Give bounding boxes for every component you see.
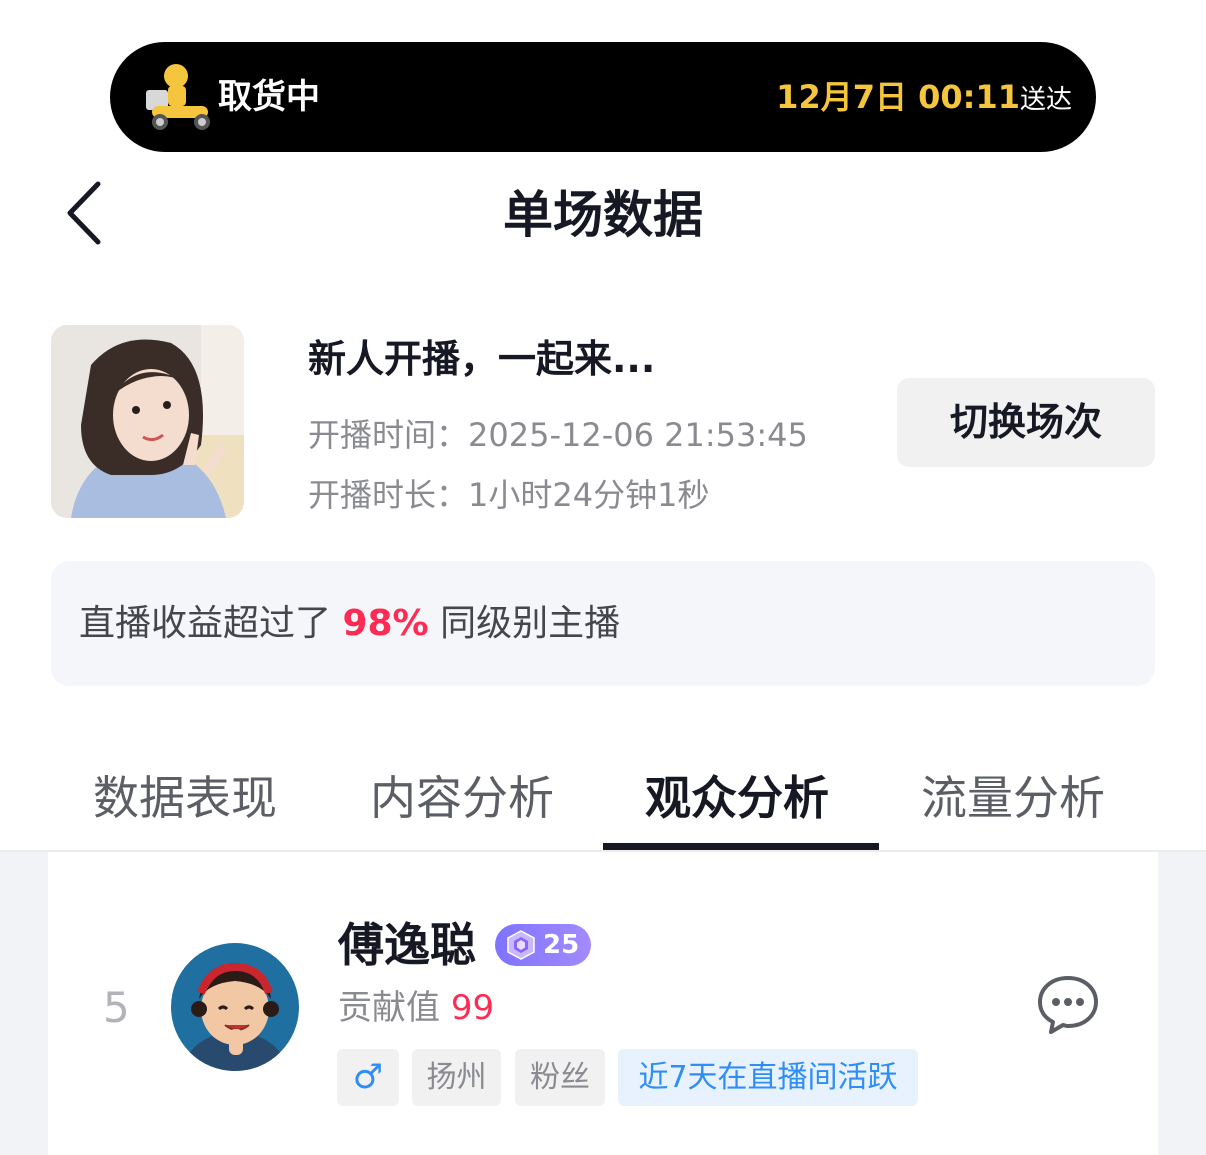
tab-traffic-analysis[interactable]: 流量分析 bbox=[921, 756, 1105, 840]
level-gem-icon bbox=[507, 930, 535, 960]
banner-suffix: 同级别主播 bbox=[428, 603, 621, 644]
delivery-eta-suffix: 送达 bbox=[1019, 85, 1072, 115]
page-title: 单场数据 bbox=[503, 186, 703, 244]
level-number: 25 bbox=[543, 930, 580, 960]
session-duration: 开播时长：1小时24分钟1秒 bbox=[308, 476, 710, 514]
switch-session-button[interactable]: 切换场次 bbox=[897, 378, 1155, 467]
analysis-tabs: 数据表现 内容分析 观众分析 流量分析 bbox=[0, 746, 1206, 850]
audience-name: 傅逸聪 bbox=[338, 918, 476, 972]
fan-tag: 粉丝 bbox=[515, 1049, 605, 1106]
tab-audience-analysis[interactable]: 观众分析 bbox=[645, 756, 829, 840]
level-badge: 25 bbox=[495, 924, 591, 966]
active-tab-indicator bbox=[603, 843, 879, 850]
earnings-rank-banner: 直播收益超过了 98% 同级别主播 bbox=[51, 561, 1155, 686]
banner-percent: 98% bbox=[342, 603, 429, 644]
banner-prefix: 直播收益超过了 bbox=[79, 603, 343, 644]
contribution: 贡献值 99 bbox=[338, 984, 494, 1032]
session-cover-image bbox=[51, 325, 244, 518]
tab-data-performance[interactable]: 数据表现 bbox=[93, 756, 277, 840]
audience-rank: 5 bbox=[103, 983, 130, 1032]
chat-bubble-icon[interactable] bbox=[1036, 974, 1100, 1036]
single-session-data-page: 取货中 12月7日 00:11送达 单场数据 新人开播，一起来... 开播时间：… bbox=[0, 0, 1206, 1155]
courier-scooter-icon bbox=[146, 64, 210, 130]
city-tag: 扬州 bbox=[412, 1049, 501, 1106]
delivery-eta: 12月7日 00:11送达 bbox=[776, 72, 1072, 128]
gender-tag: ♂ bbox=[337, 1049, 399, 1106]
delivery-status-text: 取货中 bbox=[218, 77, 320, 117]
contribution-value: 99 bbox=[450, 988, 495, 1028]
audience-avatar[interactable] bbox=[171, 943, 299, 1071]
activity-tag: 近7天在直播间活跃 bbox=[618, 1049, 918, 1106]
delivery-status-pill[interactable]: 取货中 12月7日 00:11送达 bbox=[110, 42, 1096, 152]
session-start-time: 开播时间：2025-12-06 21:53:45 bbox=[308, 416, 808, 454]
delivery-eta-time: 12月7日 00:11 bbox=[776, 78, 1020, 116]
tab-content-analysis[interactable]: 内容分析 bbox=[370, 756, 554, 840]
contribution-label: 贡献值 bbox=[338, 988, 451, 1028]
session-title: 新人开播，一起来... bbox=[308, 337, 656, 381]
